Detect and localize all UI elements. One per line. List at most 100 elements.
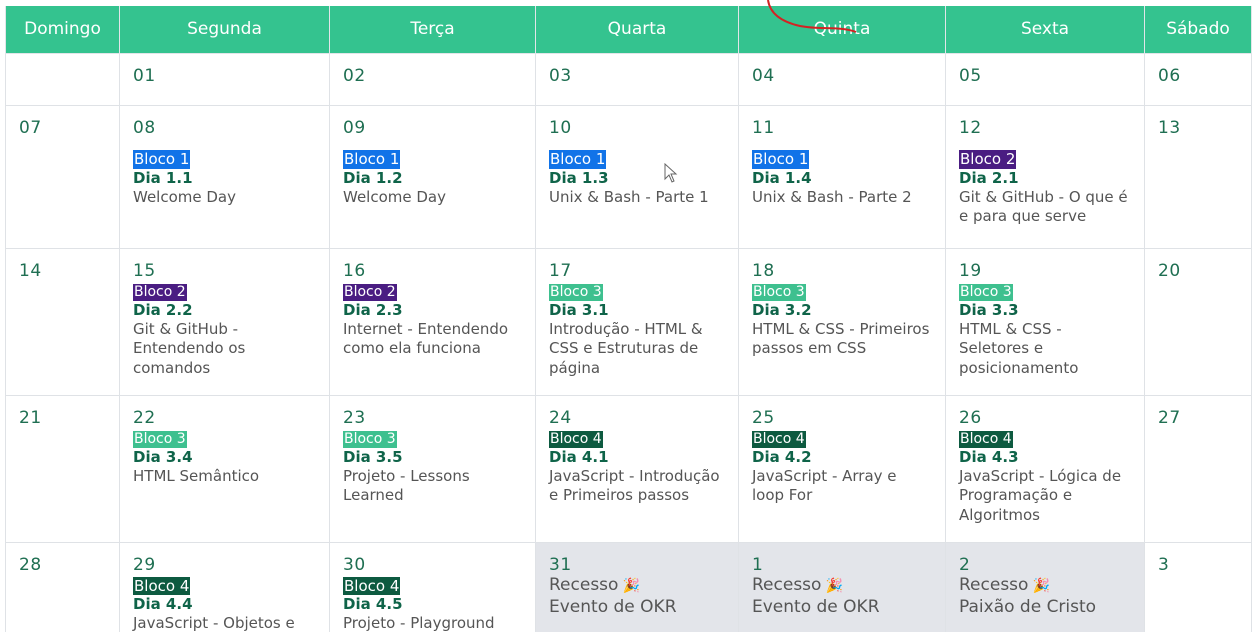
- recess-text: Recesso: [959, 574, 1029, 595]
- dia-label: Dia 1.1: [133, 168, 193, 187]
- day-cell[interactable]: 04: [738, 52, 946, 106]
- day-cell[interactable]: 27: [1144, 394, 1252, 543]
- lesson-description: Git & GitHub - Entendendo os comandos: [133, 319, 246, 377]
- day-number: 19: [959, 260, 982, 281]
- day-cell[interactable]: 19 Bloco 3 Dia 3.3 HTML & CSS - Seletores e…: [945, 247, 1145, 396]
- lesson-description: JavaScript - Lógica de Programação e Alg…: [959, 466, 1122, 524]
- day-cell[interactable]: 29 Bloco 4 Dia 4.4 JavaScript - Objetos e: [119, 541, 330, 632]
- day-number: 16: [343, 260, 366, 281]
- day-number: 28: [19, 554, 42, 575]
- bloco-badge: Bloco 4: [959, 430, 1013, 448]
- weekday-header: Quinta: [738, 6, 946, 54]
- day-cell[interactable]: 26 Bloco 4 Dia 4.3 JavaScript - Lógica de P…: [945, 394, 1145, 543]
- day-number: 18: [752, 260, 775, 281]
- day-number: 02: [343, 65, 366, 86]
- lesson-description: Introdução - HTML & CSS e Estruturas de …: [549, 319, 703, 377]
- day-cell[interactable]: 24 Bloco 4 Dia 4.1 JavaScript - Introdução …: [535, 394, 739, 543]
- day-cell[interactable]: 10 Bloco 1 Dia 1.3 Unix & Bash - Parte 1: [535, 104, 739, 249]
- day-cell[interactable]: 03: [535, 52, 739, 106]
- lesson-description: HTML & CSS - Primeiros passos em CSS: [752, 319, 930, 358]
- day-number: 08: [133, 117, 156, 138]
- recess-text: Recesso: [752, 574, 822, 595]
- party-popper-icon: 🎉: [1028, 577, 1051, 594]
- dia-label: Dia 4.4: [133, 594, 193, 613]
- bloco-badge: Bloco 2: [133, 283, 187, 301]
- bloco-badge: Bloco 4: [343, 576, 401, 595]
- day-number: 23: [343, 407, 366, 428]
- day-number: 20: [1158, 260, 1181, 281]
- day-cell[interactable]: 28: [5, 541, 120, 632]
- day-number: 2: [959, 554, 971, 575]
- dia-label: Dia 4.5: [343, 594, 403, 613]
- dia-label: Dia 3.5: [343, 447, 403, 466]
- calendar-table: Domingo Segunda Terça Quarta Quinta Sext…: [5, 6, 1252, 632]
- dia-label: Dia 3.1: [549, 300, 609, 319]
- day-number: 26: [959, 407, 982, 428]
- dia-label: Dia 1.2: [343, 168, 403, 187]
- weekday-header: Sábado: [1144, 6, 1252, 54]
- day-cell[interactable]: 07: [5, 104, 120, 249]
- day-cell[interactable]: 22 Bloco 3 Dia 3.4 HTML Semântico: [119, 394, 330, 543]
- bloco-badge: Bloco 2: [959, 149, 1017, 169]
- day-cell[interactable]: 01: [119, 52, 330, 106]
- mouse-cursor-icon: [664, 163, 678, 183]
- day-cell[interactable]: 17 Bloco 3 Dia 3.1 Introdução - HTML & CSS …: [535, 247, 739, 396]
- day-cell[interactable]: 05: [945, 52, 1145, 106]
- recess-label: Recesso 🎉: [549, 575, 725, 597]
- bloco-badge: Bloco 1: [549, 149, 607, 169]
- day-number: 10: [549, 117, 572, 138]
- bloco-badge: Bloco 3: [133, 430, 187, 448]
- day-number: 03: [549, 65, 572, 86]
- day-cell[interactable]: 12 Bloco 2 Dia 2.1 Git & GitHub - O que é e…: [945, 104, 1145, 249]
- dia-label: Dia 1.4: [752, 168, 812, 187]
- week-row: 07 08 Bloco 1 Dia 1.1 Welcome Day 09 Bloco 1 Di…: [5, 104, 1252, 249]
- day-cell[interactable]: 3: [1144, 541, 1252, 632]
- day-cell[interactable]: 14: [5, 247, 120, 396]
- day-cell[interactable]: 30 Bloco 4 Dia 4.5 Projeto - Playground: [329, 541, 536, 632]
- day-cell[interactable]: [5, 52, 120, 106]
- dia-label: Dia 4.1: [549, 447, 609, 466]
- day-cell[interactable]: 23 Bloco 3 Dia 3.5 Projeto - Lessons Learne…: [329, 394, 536, 543]
- bloco-badge: Bloco 4: [549, 430, 603, 448]
- day-cell[interactable]: 31 Recesso 🎉 Evento de OKR: [535, 541, 739, 632]
- party-popper-icon: 🎉: [618, 577, 641, 594]
- recess-label: Recesso 🎉: [959, 575, 1131, 597]
- day-cell[interactable]: 09 Bloco 1 Dia 1.2 Welcome Day: [329, 104, 536, 249]
- day-cell[interactable]: 18 Bloco 3 Dia 3.2 HTML & CSS - Primeiros p…: [738, 247, 946, 396]
- day-cell[interactable]: 16 Bloco 2 Dia 2.3 Internet - Entendendo co…: [329, 247, 536, 396]
- bloco-badge: Bloco 4: [752, 430, 806, 448]
- day-cell[interactable]: 2 Recesso 🎉 Paixão de Cristo: [945, 541, 1145, 632]
- day-number: 04: [752, 65, 775, 86]
- day-cell[interactable]: 08 Bloco 1 Dia 1.1 Welcome Day: [119, 104, 330, 249]
- weekday-header: Domingo: [5, 6, 120, 54]
- party-popper-icon: 🎉: [821, 577, 844, 594]
- day-number: 29: [133, 554, 156, 575]
- dia-label: Dia 2.3: [343, 300, 403, 319]
- lesson-description: Projeto - Playground: [343, 613, 495, 632]
- day-cell[interactable]: 25 Bloco 4 Dia 4.2 JavaScript - Array e loo…: [738, 394, 946, 543]
- day-cell[interactable]: 1 Recesso 🎉 Evento de OKR: [738, 541, 946, 632]
- bloco-badge: Bloco 3: [752, 283, 806, 301]
- bloco-badge: Bloco 1: [343, 149, 401, 169]
- day-number: 12: [959, 117, 982, 138]
- day-cell[interactable]: 11 Bloco 1 Dia 1.4 Unix & Bash - Parte 2: [738, 104, 946, 249]
- dia-label: Dia 3.3: [959, 300, 1019, 319]
- bloco-badge: Bloco 2: [343, 283, 397, 301]
- week-row: 21 22 Bloco 3 Dia 3.4 HTML Semântico 23 Bloco …: [5, 394, 1252, 543]
- day-cell[interactable]: 06: [1144, 52, 1252, 106]
- day-cell[interactable]: 02: [329, 52, 536, 106]
- day-number: 21: [19, 407, 42, 428]
- lesson-description: Git & GitHub - O que é e para que serve: [959, 187, 1128, 226]
- day-cell[interactable]: 13: [1144, 104, 1252, 249]
- day-number: 3: [1158, 554, 1170, 575]
- day-number: 22: [133, 407, 156, 428]
- day-number: 07: [19, 117, 42, 138]
- day-number: 30: [343, 554, 366, 575]
- day-cell[interactable]: 15 Bloco 2 Dia 2.2 Git & GitHub - Entendend…: [119, 247, 330, 396]
- bloco-badge: Bloco 3: [549, 283, 603, 301]
- day-number: 13: [1158, 117, 1181, 138]
- day-cell[interactable]: 21: [5, 394, 120, 543]
- day-number: 31: [549, 554, 572, 575]
- week-row: 28 29 Bloco 4 Dia 4.4 JavaScript - Objetos e…: [5, 541, 1252, 632]
- day-cell[interactable]: 20: [1144, 247, 1252, 396]
